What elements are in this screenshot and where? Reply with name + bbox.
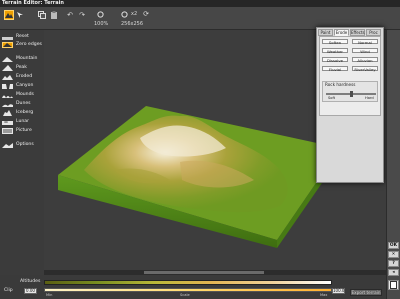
normal-button[interactable]: Normal: [352, 39, 378, 45]
altitude-color-gradient[interactable]: [44, 280, 332, 285]
paste-icon: [51, 10, 57, 19]
tab-effects[interactable]: Effects: [350, 29, 365, 36]
preset-picture[interactable]: Picture: [2, 126, 44, 135]
preset-label: Reset: [16, 34, 29, 39]
export-terrain-button[interactable]: Export terrain: [350, 289, 382, 296]
iceberg-icon: [2, 109, 13, 116]
collapse-button[interactable]: ◂: [388, 269, 399, 276]
altitude-range-bar[interactable]: [44, 288, 332, 292]
preset-label: Lunar: [16, 119, 30, 124]
preset-mounds[interactable]: Mounds: [2, 90, 44, 99]
preset-label: Mountain: [16, 56, 38, 61]
arrow-tool-button[interactable]: [16, 11, 24, 19]
preset-lunar[interactable]: Lunar: [2, 117, 44, 126]
zoom-button[interactable]: [96, 10, 104, 18]
clip-min-field[interactable]: 0.00: [24, 288, 37, 294]
rock-hardness-section: Rock hardness Soft Hard: [322, 81, 378, 102]
preset-label: Eroded: [16, 74, 33, 79]
preset-dunes[interactable]: Dunes: [2, 99, 44, 108]
erode-tool-panel: Paint Erode Effects Proc Soften Normal W…: [316, 27, 384, 183]
eroded-icon: [2, 74, 13, 80]
canyon-icon: [2, 83, 13, 89]
zoom-icon: [96, 10, 104, 18]
page-icon-button[interactable]: [388, 280, 399, 290]
peak-icon: [2, 64, 13, 71]
ok-button[interactable]: OK: [388, 242, 399, 249]
mountain-icon: [2, 56, 13, 62]
copy-button[interactable]: [38, 10, 46, 19]
dunes-icon: [2, 101, 13, 107]
preset-label: Mounds: [16, 92, 34, 97]
page-icon: [390, 281, 397, 289]
reset-icon: [2, 34, 13, 40]
preset-iceberg[interactable]: Iceberg: [2, 108, 44, 117]
wind-button[interactable]: Wind: [352, 48, 378, 54]
preset-eroded[interactable]: Eroded: [2, 72, 44, 81]
picture-icon: [2, 127, 13, 134]
preset-zero-edges[interactable]: Zero edges: [2, 40, 44, 49]
rock-hardness-max-label: Hard: [365, 96, 374, 100]
scale-max-label: Max: [320, 293, 328, 297]
refresh-icon: ⟳: [143, 10, 149, 18]
altitude-range-selection[interactable]: [45, 289, 331, 291]
lunar-icon: [2, 119, 13, 125]
close-button[interactable]: ✕: [388, 251, 399, 258]
tool-tabs: Paint Erode Effects Proc: [318, 29, 382, 36]
right-button-strip: OK ✕ ? ◂: [386, 30, 400, 299]
rock-hardness-min-label: Soft: [328, 96, 336, 100]
preset-mountain[interactable]: Mountain: [2, 54, 44, 63]
terrain-tool-button[interactable]: [4, 10, 14, 20]
size-icon: [120, 10, 128, 18]
preset-peak[interactable]: Peak: [2, 63, 44, 72]
preset-canyon[interactable]: Canyon: [2, 81, 44, 90]
fluvial-button[interactable]: Fluvial: [322, 66, 348, 72]
mounds-icon: [2, 92, 13, 98]
redo-icon: ↷: [79, 10, 85, 19]
window-title: Terrain Editor: Terrain: [2, 0, 64, 6]
zero-edges-icon: [2, 41, 13, 48]
preset-label: Options: [16, 142, 34, 147]
erode-tab-content: Soften Normal Weather Wind Dissolve Allu…: [319, 36, 381, 116]
redo-button[interactable]: ↷: [78, 10, 86, 19]
scale-mid-label: Scale: [180, 293, 190, 297]
title-bar: Terrain Editor: Terrain: [0, 0, 400, 7]
size-multiplier: x2: [131, 11, 138, 17]
scale-min-label: Min: [46, 293, 53, 297]
preset-label: Canyon: [16, 83, 34, 88]
preset-label: Zero edges: [16, 42, 42, 47]
arrow-icon: [17, 12, 23, 18]
tab-proc[interactable]: Proc: [366, 29, 381, 36]
zoom-value: 100%: [94, 21, 109, 27]
altitude-controls: Altitudes Clip 0.00 Min Scale Max 100.0 …: [0, 275, 386, 299]
paste-button[interactable]: [50, 10, 58, 19]
help-button[interactable]: ?: [388, 260, 399, 267]
terrain-presets-panel: Reset Zero edges Mountain Peak Eroded Ca…: [0, 30, 44, 276]
preset-label: Peak: [16, 65, 27, 70]
terrain-icon: [5, 13, 13, 18]
preset-label: Iceberg: [16, 110, 34, 115]
alluvion-button[interactable]: Alluvion: [352, 57, 378, 63]
undo-button[interactable]: ↶: [66, 10, 74, 19]
rock-hardness-label: Rock hardness: [325, 82, 356, 87]
clip-label: Clip: [4, 288, 13, 293]
preset-options[interactable]: Options: [2, 140, 44, 149]
rock-hardness-slider-knob[interactable]: [349, 91, 353, 97]
preset-label: Picture: [16, 128, 32, 133]
altitudes-label: Altitudes: [20, 279, 41, 284]
copy-icon: [38, 10, 46, 19]
refresh-button[interactable]: ⟳: [142, 10, 150, 18]
size-value: 256x256: [121, 21, 144, 27]
soften-button[interactable]: Soften: [322, 39, 348, 45]
undo-icon: ↶: [67, 10, 73, 19]
preset-label: Dunes: [16, 101, 31, 106]
options-icon: [2, 142, 13, 148]
scrollbar-thumb[interactable]: [144, 271, 264, 274]
size-button[interactable]: [120, 10, 128, 18]
clip-max-field[interactable]: 100.0: [332, 288, 345, 294]
dissolve-button[interactable]: Dissolve: [322, 57, 348, 63]
tab-paint[interactable]: Paint: [318, 29, 333, 36]
tab-erode[interactable]: Erode: [334, 29, 349, 36]
rivervalley-button[interactable]: RiverValley: [352, 66, 378, 72]
weather-button[interactable]: Weather: [322, 48, 348, 54]
